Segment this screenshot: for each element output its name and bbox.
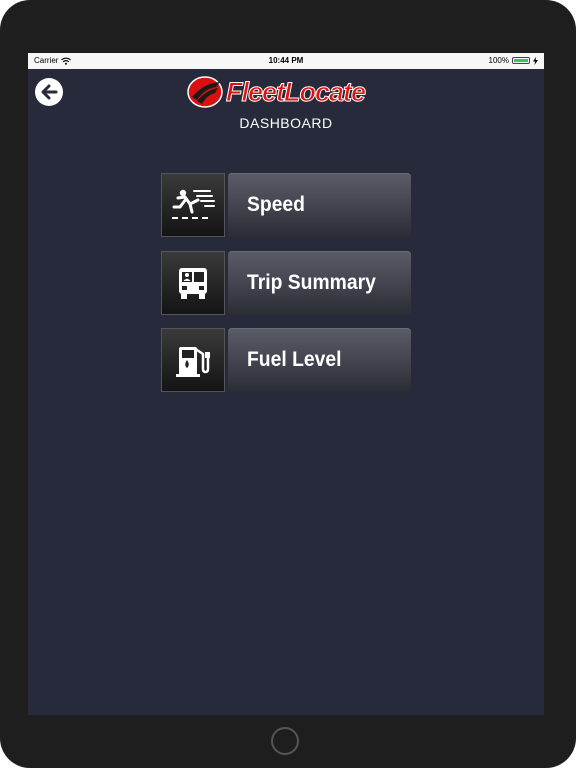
battery-percentage: 100%: [488, 56, 509, 65]
battery-icon: [512, 57, 530, 64]
app-screen: Carrier 10:44 PM 100% FleetLocate DASHBO…: [28, 53, 544, 715]
fuel-level-button[interactable]: Fuel Level: [228, 328, 411, 392]
menu-item-speed[interactable]: Speed: [161, 173, 411, 237]
fuel-pump-icon: [176, 347, 210, 377]
status-right: 100%: [489, 56, 538, 65]
tablet-frame: Carrier 10:44 PM 100% FleetLocate DASHBO…: [0, 0, 576, 768]
menu-item-fuel-level[interactable]: Fuel Level: [161, 328, 411, 392]
logo-wordmark: FleetLocate: [225, 76, 366, 107]
logo-road-icon: [187, 76, 223, 108]
home-button[interactable]: [271, 727, 299, 755]
status-time: 10:44 PM: [268, 56, 304, 65]
speed-button[interactable]: Speed: [228, 173, 411, 237]
back-arrow-icon: [41, 84, 58, 100]
back-button[interactable]: [35, 78, 63, 106]
menu-label-speed: Speed: [247, 193, 305, 216]
menu-icon-box: [161, 173, 225, 237]
trip-summary-button[interactable]: Trip Summary: [228, 251, 411, 315]
menu-icon-box: [161, 251, 225, 315]
bus-icon: [179, 268, 207, 299]
battery-level-fill: [514, 59, 528, 62]
charging-icon: [533, 56, 538, 65]
page-title: DASHBOARD: [239, 115, 333, 131]
status-bar: Carrier 10:44 PM 100%: [28, 53, 544, 69]
menu-item-trip-summary[interactable]: Trip Summary: [161, 251, 411, 315]
fleetlocate-logo: FleetLocate: [186, 74, 386, 110]
menu-label-trip-summary: Trip Summary: [247, 271, 376, 294]
menu-label-fuel-level: Fuel Level: [247, 348, 342, 371]
menu-icon-box: [161, 328, 225, 392]
speed-icon: [172, 189, 215, 219]
